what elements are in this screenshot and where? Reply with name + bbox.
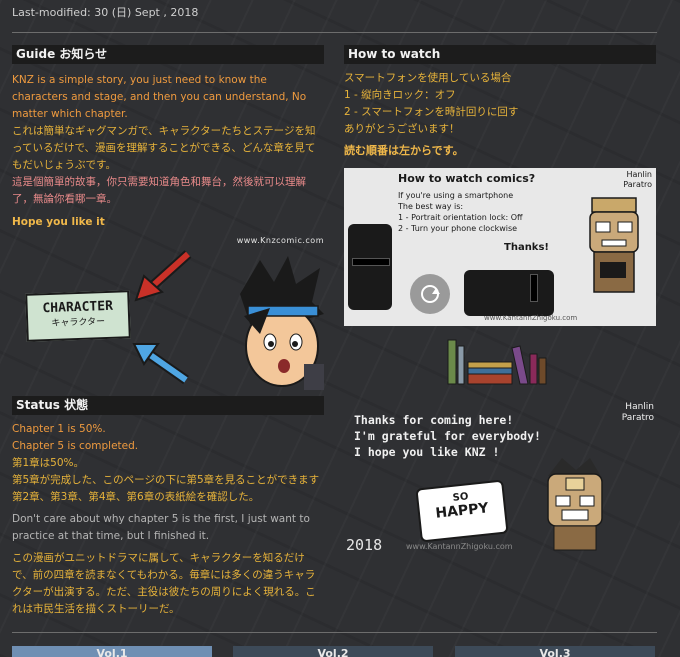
blue-arrow-icon [132, 343, 189, 385]
status-ja1: 第1章は50%。 [12, 457, 85, 469]
panel-sub2: The best way is: [398, 202, 464, 211]
how-to-watch-section: How to watch スマートフォンを使用している場合 1 - 縦向きロック… [344, 45, 656, 159]
status-ch1: Chapter 1 is 50%. [12, 423, 106, 435]
how-line-1: スマートフォンを使用している場合 [344, 72, 512, 84]
tab-vol-1[interactable]: Vol.1 [12, 646, 212, 657]
last-modified: Last-modified: 30 (日) Sept , 2018 [12, 6, 199, 19]
panel-title: How to watch comics? [398, 172, 536, 185]
status-ja3: 第2章、第3章、第4章、第6章の表紙絵を確認した。 [12, 491, 260, 503]
how-reading-note: 読む順番は左からです。 [344, 144, 464, 157]
tab-vol-3[interactable]: Vol.3 [455, 646, 655, 657]
portrait-phone-icon [348, 224, 392, 310]
thanks-line-2: I'm grateful for everybody! [354, 429, 541, 443]
thanks-line-3: I hope you like KNZ ! [354, 445, 500, 459]
guide-hope: Hope you like it [12, 216, 105, 228]
thanks-year: 2018 [346, 536, 383, 554]
panel-instructions: If you're using a smartphone The best wa… [398, 190, 598, 234]
how-to-watch-panel: How to watch comics? If you're using a s… [344, 168, 656, 326]
status-section: Status 状態 Chapter 1 is 50%. Chapter 5 is… [12, 396, 324, 618]
guide-text-zh: 這是個簡單的故事，你只需要知道角色和舞台，然後就可以理解了，無論你看哪一章。 [12, 176, 306, 205]
thanks-line-1: Thanks for coming here! [354, 413, 514, 427]
panel-sig-1: Hanlin [626, 170, 652, 179]
guide-section: Guide お知らせ KNZ is a simple story, you ju… [12, 45, 324, 231]
happy-character-illustration [547, 458, 603, 551]
panel-signature: Hanlin Paratro [623, 170, 652, 190]
guide-text-en: KNZ is a simple story, you just need to … [12, 74, 307, 120]
thanks-illustration: Thanks for coming here! I'm grateful for… [344, 398, 656, 558]
thanks-text: Thanks for coming here! I'm grateful for… [354, 412, 541, 460]
how-line-2: 1 - 縦向きロック：オフ [344, 89, 456, 101]
panel-step1: 1 - Portrait orientation lock: Off [398, 213, 523, 222]
thanks-url: www.KantannZhigoku.com [406, 542, 513, 551]
rotate-icon [410, 274, 450, 314]
guide-watermark: www.Knzcomic.com [236, 236, 324, 245]
guide-text-ja: これは簡単なギャグマンガで、キャラクターたちとステージを知っているだけで、漫画を… [12, 125, 316, 171]
panel-step2: 2 - Turn your phone clockwise [398, 224, 518, 233]
thanks-signature: Hanlin Paratro [622, 402, 654, 424]
status-ja4: この漫画がユニットドラマに属して、キャラクターを知るだけで、前の四章を読まなくて… [12, 552, 316, 615]
red-arrow-icon [134, 250, 192, 302]
how-line-4: ありがとうございます！ [344, 123, 460, 135]
panel-thanks: Thanks! [504, 242, 549, 253]
tab-vol-2[interactable]: Vol.2 [233, 646, 433, 657]
status-ja2: 第5章が完成した、このページの下に第5章を見ることができます [12, 474, 320, 486]
how-heading: How to watch [344, 45, 656, 64]
panel-url: www.KantannZhigoku.com [484, 314, 578, 322]
status-heading: Status 状態 [12, 396, 324, 415]
thanks-sig-2: Paratro [621, 413, 654, 423]
status-ch5: Chapter 5 is completed. [12, 440, 139, 452]
how-line-3: 2 - スマートフォンを時計回りに回す [344, 106, 519, 118]
bookshelf-illustration [447, 339, 547, 385]
guide-heading: Guide お知らせ [12, 45, 324, 64]
landscape-phone-icon [464, 270, 554, 316]
character-illustration: www.Knzcomic.com CHARACTER キャラクター [12, 232, 324, 390]
panel-sig-2: Paratro [623, 180, 652, 189]
panel-sub1: If you're using a smartphone [398, 191, 514, 200]
bottom-divider [12, 632, 657, 633]
thanks-sig-1: Hanlin [625, 402, 654, 412]
so-happy-bubble: SO HAPPY [415, 479, 509, 543]
status-en2: Don't care about why chapter 5 is the fi… [12, 513, 310, 542]
paratro-character-illustration [589, 197, 639, 293]
character-face-illustration [240, 256, 324, 390]
top-divider [12, 32, 657, 33]
character-sign: CHARACTER キャラクター [25, 290, 131, 342]
